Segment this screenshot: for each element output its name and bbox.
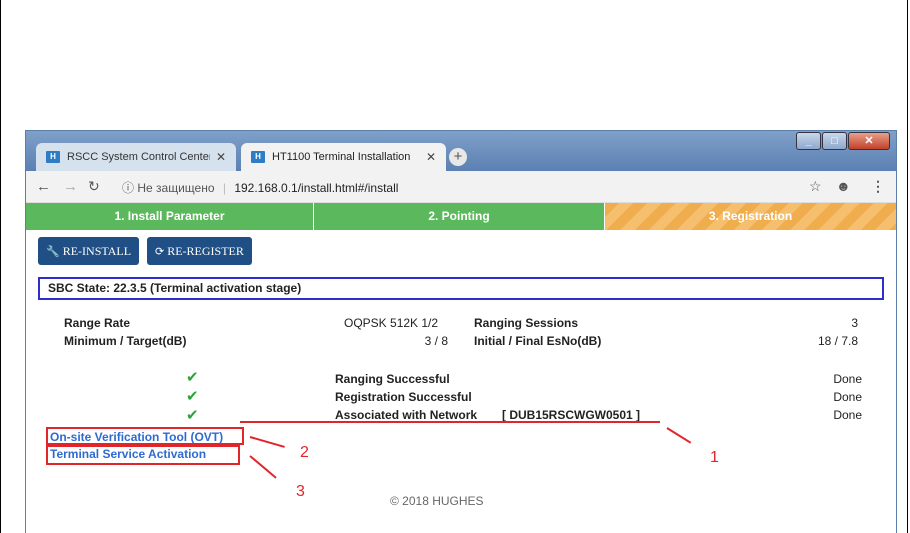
close-tab-icon[interactable]: ✕ (216, 150, 226, 164)
network-id: [ DUB15RSCWGW0501 ] (502, 408, 641, 422)
annotation-arrow-2 (249, 436, 285, 448)
annotation-box-ovt (46, 427, 244, 445)
browser-window: _ □ ✕ H RSCC System Control Center ✕ H H… (25, 130, 897, 533)
annotation-box-activation (46, 445, 240, 465)
star-icon[interactable]: ☆ (809, 178, 822, 195)
annotation-label-2: 2 (300, 444, 309, 461)
security-label: Не защищено (137, 181, 215, 195)
esno-value: 18 / 7.8 (817, 334, 858, 348)
ranging-sessions-label: Ranging Sessions (474, 316, 579, 330)
reinstall-button[interactable]: 🔧 RE-INSTALL (38, 237, 140, 265)
step-pointing[interactable]: 2. Pointing (314, 203, 605, 230)
image-border-right (907, 0, 908, 533)
footer-copyright: © 2018 HUGHES (390, 494, 484, 508)
maximize-button[interactable]: □ (822, 132, 847, 150)
step-registration[interactable]: 3. Registration (605, 203, 896, 230)
check-icon: ✔ (186, 406, 199, 424)
associated-network-label: Associated with Network (335, 408, 478, 422)
annotation-underline (240, 421, 660, 423)
account-icon[interactable]: ☻ (836, 178, 851, 194)
refresh-icon: ⟳ (155, 244, 165, 258)
ranging-status: Done (833, 372, 862, 386)
url-text: 192.168.0.1/install.html#/install (234, 181, 399, 195)
new-tab-button[interactable]: + (449, 148, 467, 166)
annotation-arrow-3 (249, 455, 277, 479)
minimize-button[interactable]: _ (796, 132, 821, 150)
min-target-value: 3 / 8 (424, 334, 448, 348)
registration-successful-label: Registration Successful (335, 390, 472, 404)
tab-ht1100-install[interactable]: H HT1100 Terminal Installation ✕ (241, 143, 446, 171)
association-status: Done (833, 408, 862, 422)
hughes-favicon-icon: H (251, 151, 265, 163)
reregister-button[interactable]: ⟳ RE-REGISTER (147, 237, 252, 265)
tab-title: RSCC System Control Center (67, 151, 210, 163)
ranging-sessions-value: 3 (851, 316, 858, 330)
wrench-icon: 🔧 (46, 244, 60, 258)
sbc-state: SBC State: 22.3.5 (Terminal activation s… (38, 277, 884, 300)
check-icon: ✔ (186, 368, 199, 386)
back-arrow-icon[interactable]: ← (36, 178, 51, 195)
close-window-button[interactable]: ✕ (848, 132, 890, 150)
window-controls: _ □ ✕ (795, 132, 890, 150)
annotation-label-1: 1 (710, 449, 719, 466)
tab-rscc[interactable]: H RSCC System Control Center ✕ (36, 143, 236, 171)
registration-status: Done (833, 390, 862, 404)
min-target-label: Minimum / Target(dB) (64, 334, 187, 348)
hughes-favicon-icon: H (46, 151, 60, 163)
annotation-label-3: 3 (296, 483, 305, 500)
reregister-label: RE-REGISTER (167, 243, 244, 258)
annotation-arrow-1 (666, 427, 692, 444)
range-rate-label: Range Rate (64, 316, 131, 330)
install-steps: 1. Install Parameter 2. Pointing 3. Regi… (26, 203, 896, 230)
ranging-successful-label: Ranging Successful (335, 372, 450, 386)
esno-label: Initial / Final EsNo(dB) (474, 334, 602, 348)
omnibox-divider: | (222, 181, 226, 195)
omnibox[interactable]: ⓘ Не защищено | 192.168.0.1/install.html… (122, 179, 398, 196)
info-icon: ⓘ (122, 181, 135, 195)
tab-title: HT1100 Terminal Installation (272, 151, 411, 163)
image-border-left (0, 0, 1, 533)
step-install-parameter[interactable]: 1. Install Parameter (26, 203, 314, 230)
forward-arrow-icon[interactable]: → (63, 178, 78, 195)
range-rate-value: OQPSK 512K 1/2 (344, 316, 439, 330)
reinstall-label: RE-INSTALL (62, 243, 132, 258)
close-tab-icon[interactable]: ✕ (426, 150, 436, 164)
menu-dots-icon[interactable]: ⋮ (871, 178, 885, 195)
check-icon: ✔ (186, 387, 199, 405)
title-bar: _ □ ✕ H RSCC System Control Center ✕ H H… (26, 131, 896, 171)
reload-icon[interactable]: ↻ (88, 178, 100, 195)
address-bar: ← → ↻ ⓘ Не защищено | 192.168.0.1/instal… (26, 171, 896, 203)
